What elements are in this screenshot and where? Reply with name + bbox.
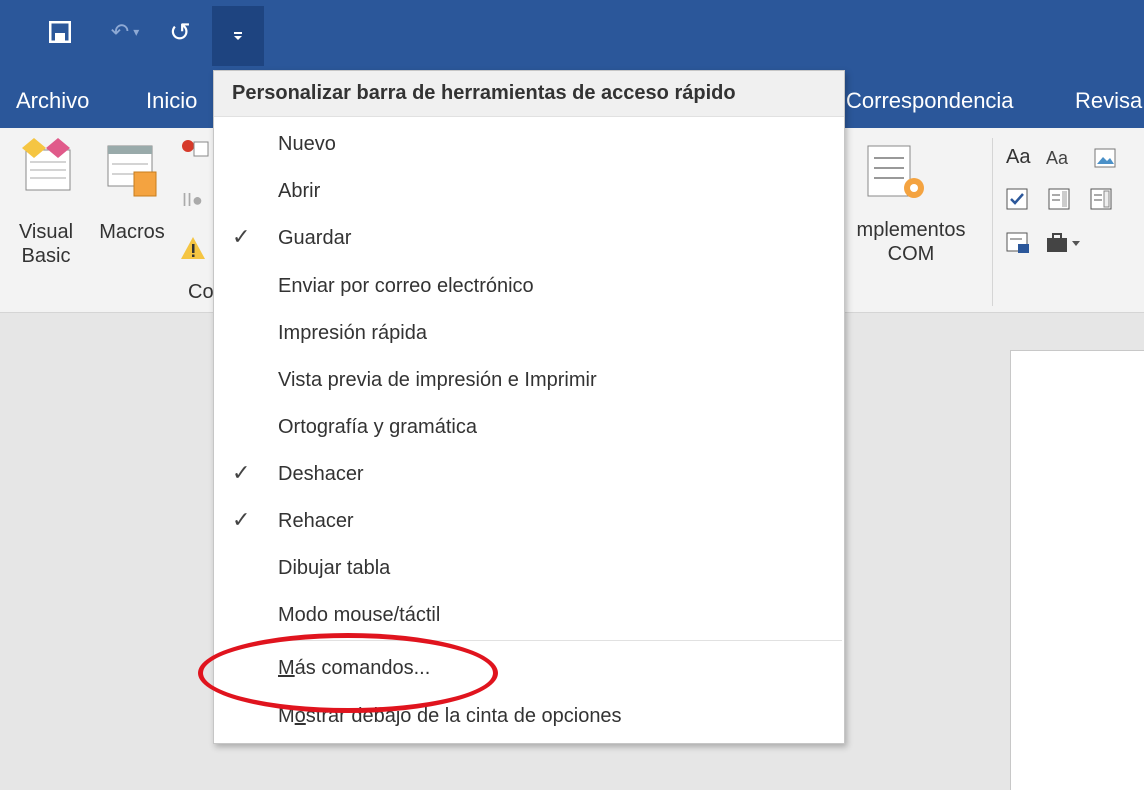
- menu-item-vista-previa[interactable]: Vista previa de impresión e Imprimir: [214, 357, 844, 403]
- warning-icon[interactable]: [180, 236, 206, 265]
- checkbox-control-icon[interactable]: [1006, 188, 1028, 215]
- com-addins-button[interactable]: mplementos COM: [844, 218, 978, 266]
- tab-correspondencia[interactable]: Correspondencia: [846, 88, 1014, 114]
- menu-item-label: Rehacer: [278, 509, 354, 532]
- menu-item-label: Vista previa de impresión e Imprimir: [278, 368, 597, 391]
- menu-item-label-rest: strar debajo de la cinta de opciones: [305, 704, 622, 727]
- menu-header: Personalizar barra de herramientas de ac…: [214, 71, 844, 117]
- menu-item-abrir[interactable]: Abrir: [214, 168, 844, 214]
- undo-icon[interactable]: ↶ ▾: [100, 8, 150, 56]
- date-picker-control-icon[interactable]: [1006, 232, 1030, 259]
- menu-item-label-pre: M: [278, 704, 295, 727]
- tab-archivo[interactable]: Archivo: [16, 88, 89, 114]
- menu-item-label: Deshacer: [278, 462, 364, 485]
- menu-item-enviar-correo[interactable]: Enviar por correo electrónico: [214, 263, 844, 309]
- macros-label[interactable]: Macros: [92, 220, 172, 244]
- menu-item-label: Abrir: [278, 179, 321, 202]
- menu-item-guardar[interactable]: ✓ Guardar: [214, 215, 844, 261]
- redo-icon[interactable]: ↺: [162, 8, 198, 56]
- menu-item-label: Guardar: [278, 226, 352, 249]
- menu-item-dibujar-tabla[interactable]: Dibujar tabla: [214, 545, 844, 591]
- menu-item-label: Ortografía y gramática: [278, 415, 477, 438]
- menu-item-label: Dibujar tabla: [278, 556, 391, 579]
- combo-box-control-icon[interactable]: [1048, 188, 1070, 215]
- legacy-tools-icon[interactable]: [1046, 232, 1082, 259]
- check-icon: ✓: [232, 460, 251, 485]
- menu-item-deshacer[interactable]: ✓ Deshacer: [214, 451, 844, 497]
- plain-text-control-icon[interactable]: Aa: [1046, 148, 1068, 169]
- pause-icon[interactable]: II●: [182, 190, 203, 211]
- customize-toolbar-dropdown-icon[interactable]: [212, 6, 264, 66]
- menu-item-label: Impresión rápida: [278, 321, 427, 344]
- group-divider: [992, 138, 993, 306]
- com-addins-icon[interactable]: [866, 144, 928, 207]
- menu-item-rehacer[interactable]: ✓ Rehacer: [214, 498, 844, 544]
- check-icon: ✓: [232, 224, 251, 249]
- rich-text-control-icon[interactable]: Aa: [1006, 146, 1030, 169]
- com-addins-label-2: COM: [887, 243, 935, 265]
- quick-access-toolbar: ↶ ▾ ↺: [0, 0, 1144, 70]
- picture-control-icon[interactable]: [1094, 148, 1116, 173]
- menu-item-modo-mouse[interactable]: Modo mouse/táctil: [214, 592, 844, 638]
- menu-item-label: Modo mouse/táctil: [278, 603, 441, 626]
- menu-separator: [268, 640, 842, 641]
- menu-item-mostrar-debajo[interactable]: Mostrar debajo de la cinta de opciones: [214, 693, 844, 739]
- save-icon[interactable]: [40, 8, 80, 56]
- menu-item-label: Más comandos...: [278, 657, 430, 680]
- menu-item-label-rest: ás comandos...: [294, 656, 431, 679]
- menu-item-nuevo[interactable]: Nuevo: [214, 121, 844, 167]
- visual-basic-label-2: Basic: [21, 245, 71, 267]
- tab-inicio[interactable]: Inicio: [146, 88, 197, 114]
- menu-item-mas-comandos[interactable]: Más comandos...: [214, 645, 844, 691]
- menu-item-label: Nuevo: [278, 132, 336, 155]
- tab-revisar[interactable]: Revisa: [1075, 88, 1142, 114]
- macros-icon[interactable]: [106, 144, 164, 207]
- visual-basic-button[interactable]: Visual Basic: [14, 220, 78, 268]
- record-macro-icon[interactable]: [180, 138, 210, 167]
- menu-item-label: Mostrar debajo de la cinta de opciones: [278, 705, 622, 728]
- customize-quick-access-menu: Personalizar barra de herramientas de ac…: [213, 70, 845, 744]
- menu-item-label: Enviar por correo electrónico: [278, 274, 534, 297]
- menu-item-ortografia[interactable]: Ortografía y gramática: [214, 404, 844, 450]
- check-icon: ✓: [232, 507, 251, 532]
- visual-basic-label-1: Visual: [18, 221, 74, 243]
- document-page[interactable]: [1010, 350, 1144, 790]
- visual-basic-icon[interactable]: [18, 136, 74, 199]
- com-addins-label-1: mplementos: [856, 219, 966, 241]
- accelerator-key: M: [278, 656, 295, 679]
- menu-item-impresion-rapida[interactable]: Impresión rápida: [214, 310, 844, 356]
- accelerator-key: o: [294, 704, 306, 727]
- dropdown-list-control-icon[interactable]: [1090, 188, 1112, 215]
